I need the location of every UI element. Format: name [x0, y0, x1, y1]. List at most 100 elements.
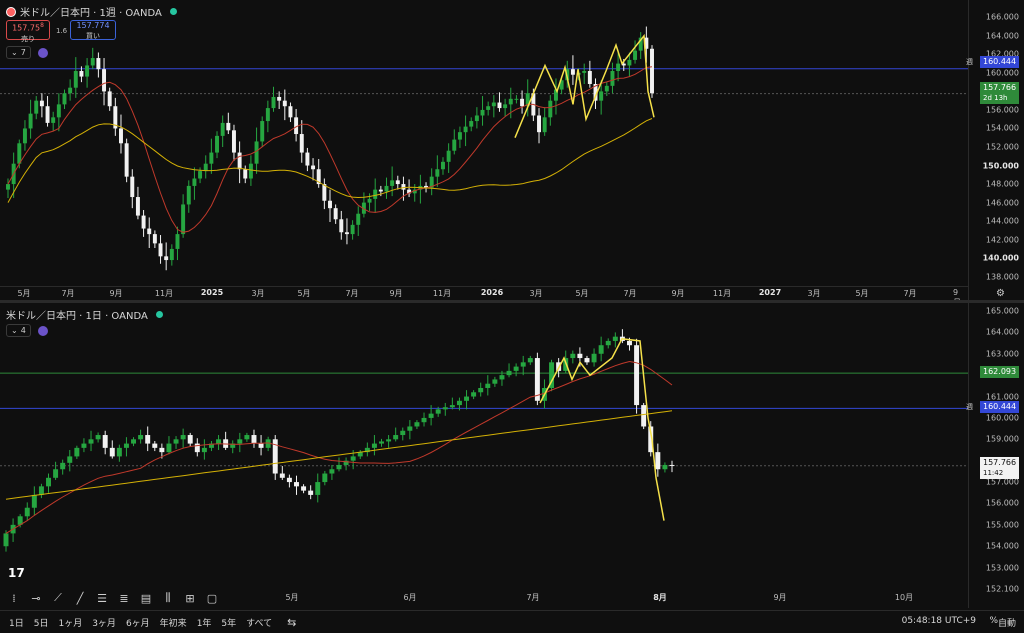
weekly-candle-body: [260, 121, 265, 142]
daily-candle-body: [577, 353, 583, 359]
daily-candle-body: [322, 473, 328, 483]
top-time-tick: 5月: [297, 289, 311, 298]
daily-chart-plot[interactable]: [0, 303, 968, 608]
weekly-candle-body: [141, 215, 146, 229]
weekly-candle-body: [215, 135, 219, 153]
timeframe-button[interactable]: 1日: [4, 616, 29, 629]
timeframe-list[interactable]: 1日 5日 1ヶ月 3ヶ月 6ヶ月 年初来 1年 5年 すべて: [0, 616, 277, 629]
weekly-indicators-toggle[interactable]: ⌄ 7: [6, 46, 31, 59]
drag-handle-icon[interactable]: ⁞: [4, 589, 24, 607]
ray-tool-icon[interactable]: ╱: [70, 589, 90, 607]
weekly-candle-body: [378, 189, 383, 192]
parallel-channel-icon[interactable]: ▤: [136, 589, 156, 607]
weekly-chart-plot[interactable]: [0, 0, 968, 300]
timeframe-button[interactable]: すべて: [241, 616, 277, 629]
daily-candle-body: [386, 439, 392, 442]
weekly-price-axis[interactable]: 166.000164.000162.000160.000158.000156.0…: [968, 0, 1024, 300]
weekly-candle-body: [503, 104, 508, 109]
auto-scale-toggle[interactable]: 自動: [998, 616, 1016, 629]
weekly-candle-body: [130, 176, 135, 198]
weekly-candle-body: [102, 69, 107, 92]
daily-chart-pane[interactable]: 米ドル／日本円 · 1日 · OANDA ⌄ 4 165.000 164.000 1…: [0, 303, 1024, 608]
daily-candle-body: [286, 477, 292, 483]
daily-blue-line-price: 160.444: [980, 401, 1020, 413]
rectangle-tool-icon[interactable]: ▢: [202, 589, 222, 607]
weekly-candle-body: [463, 126, 468, 133]
horizontal-line-tool-icon[interactable]: ⊸: [26, 589, 46, 607]
clock-timezone[interactable]: 05:48:18 UTC+9: [902, 616, 976, 626]
weekly-symbol-header[interactable]: 米ドル／日本円 · 1週 · OANDA: [6, 4, 177, 19]
gann-box-icon[interactable]: ⊞: [180, 589, 200, 607]
daily-candle-body: [138, 435, 144, 440]
daily-candle-body: [641, 405, 647, 427]
timeframe-button[interactable]: 5日: [29, 616, 54, 629]
daily-indicators-toggle[interactable]: ⌄ 4: [6, 324, 31, 337]
weekly-candle-body: [401, 184, 406, 190]
fib-retracement-icon[interactable]: ☰: [92, 589, 112, 607]
daily-candle-body: [478, 387, 484, 393]
daily-candle-body: [24, 507, 30, 517]
timeframe-bar[interactable]: 1日 5日 1ヶ月 3ヶ月 6ヶ月 年初来 1年 5年 すべて ⇆ 05:48:18 UTC+9…: [0, 610, 1024, 633]
bottom-price-tick: 160.000: [985, 413, 1019, 423]
weekly-time-axis[interactable]: 5月 7月 9月 11月 2025 3月 5月 7月 9月 11月 2026 3月 5月 7月 9月 11月 2…: [0, 286, 968, 307]
daily-symbol-title: 米ドル／日本円 · 1日 · OANDA: [6, 311, 148, 322]
pitchfork-icon[interactable]: ⫼: [158, 589, 178, 607]
bottom-price-tick: 159.000: [985, 434, 1019, 444]
daily-candle-body: [244, 435, 250, 440]
daily-symbol-header[interactable]: 米ドル／日本円 · 1日 · OANDA: [6, 307, 163, 322]
bottom-time-tick: 7月: [526, 593, 540, 602]
bottom-price-tick: 161.000: [985, 392, 1019, 402]
timeframe-button[interactable]: 5年: [216, 616, 241, 629]
daily-candle-body: [435, 409, 441, 414]
daily-candle-body: [428, 413, 434, 418]
weekly-candle-body: [96, 58, 101, 70]
weekly-candle-body: [328, 200, 332, 209]
top-price-tick: 156.000: [985, 105, 1019, 115]
weekly-candle-body: [570, 69, 575, 75]
percent-scale-toggle[interactable]: %: [989, 616, 998, 626]
buy-button[interactable]: 157.774 買い: [70, 20, 116, 40]
goto-date-icon[interactable]: ⇆: [287, 616, 296, 629]
top-time-tick: 5月: [855, 289, 869, 298]
indicator-settings-icon[interactable]: [38, 48, 48, 58]
weekly-candle-body: [480, 109, 485, 116]
drawing-toolbar[interactable]: ⁞ ⊸ ⟋ ╱ ☰ ≣ ▤ ⫼ ⊞ ▢: [0, 587, 222, 609]
sell-button[interactable]: 157.758 売り: [6, 20, 50, 43]
daily-candle-body: [506, 370, 512, 376]
bottom-time-tick: 6月: [403, 593, 417, 602]
weekly-candle-body: [288, 106, 293, 118]
daily-candle-body: [258, 443, 264, 448]
daily-candle-body: [74, 447, 80, 457]
daily-candle-body: [31, 494, 37, 508]
tradingview-logo-icon[interactable]: 17: [8, 566, 25, 580]
weekly-settings-gear-icon[interactable]: ⚙: [996, 288, 1005, 299]
daily-candle-body: [612, 336, 618, 341]
weekly-candle-body: [548, 100, 553, 118]
weekly-candle-body: [135, 197, 140, 216]
daily-price-axis[interactable]: 165.000164.000163.000162.000161.000160.0…: [968, 303, 1024, 608]
bottom-time-tick: 9月: [773, 593, 787, 602]
timeframe-button[interactable]: 1ヶ月: [53, 616, 87, 629]
daily-candle-body: [407, 426, 413, 431]
timeframe-button[interactable]: 6ヶ月: [121, 616, 155, 629]
daily-candle-body: [527, 358, 533, 363]
weekly-candle-body: [514, 98, 519, 100]
weekly-candle-body: [209, 152, 214, 164]
top-time-tick: 5月: [575, 289, 589, 298]
weekly-candle-body: [633, 50, 638, 60]
bottom-price-tick: 164.000: [985, 327, 1019, 337]
indicator-settings-icon[interactable]: [38, 326, 48, 336]
daily-candle-body: [520, 362, 526, 367]
trend-line-tool-icon[interactable]: ⟋: [48, 589, 68, 607]
timeframe-button[interactable]: 1年: [192, 616, 217, 629]
sell-price-pip: 8: [40, 22, 44, 29]
bottom-price-tick: 153.000: [985, 563, 1019, 573]
top-time-tick: 9月: [389, 289, 403, 298]
timeframe-button[interactable]: 3ヶ月: [87, 616, 121, 629]
fib-extension-icon[interactable]: ≣: [114, 589, 134, 607]
weekly-candle-body: [34, 100, 39, 114]
timeframe-button[interactable]: 年初来: [155, 616, 192, 629]
weekly-candle-body: [175, 234, 180, 249]
weekly-chart-pane[interactable]: 米ドル／日本円 · 1週 · OANDA 157.758 売り 1.6 157.…: [0, 0, 1024, 307]
weekly-candle-body: [599, 91, 604, 101]
